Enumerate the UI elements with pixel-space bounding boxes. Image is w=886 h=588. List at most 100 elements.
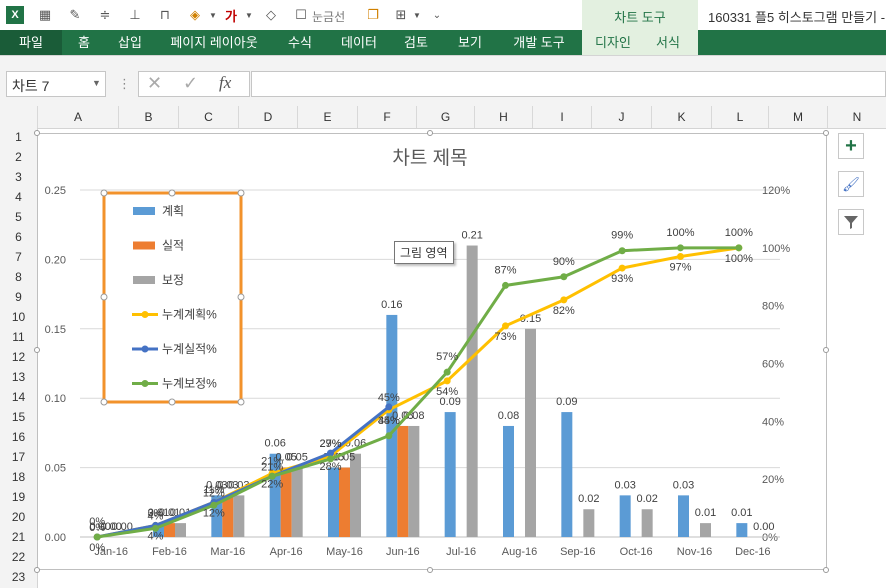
chart-svg[interactable]: 차트 제목 0.00 0.05 0.10 0.15 0.20 0.25 0% 20% 40% 60%… (0, 0, 886, 588)
chart-styles-button[interactable]: 🖌 (838, 171, 864, 197)
chart-selection-handle (427, 567, 433, 573)
bar-보정 (583, 509, 595, 537)
chart-selection-handle (34, 347, 40, 353)
line-marker (560, 296, 568, 304)
bar-보정 (233, 495, 245, 537)
y-tick-label: 0.20 (45, 254, 66, 266)
bar-data-label: 0.06 (264, 438, 285, 450)
legend-marker (141, 345, 149, 353)
bar-보정 (291, 467, 303, 537)
bar-보정 (175, 523, 186, 537)
bar-data-label: 0.02 (636, 493, 657, 505)
x-tick-label: Nov-16 (677, 546, 712, 558)
y2-tick-label: 40% (762, 416, 784, 428)
bar-계획 (444, 412, 456, 537)
line-data-label: 28% (319, 461, 341, 473)
line-data-label: 100% (725, 253, 753, 265)
line-data-label: 35% (378, 415, 400, 427)
legend-entry: 실적 (162, 239, 184, 253)
legend-box (102, 191, 243, 404)
line-marker (385, 432, 393, 440)
line-marker (443, 377, 451, 385)
line-data-label: 87% (494, 264, 516, 276)
tooltip: 그림 영역 (394, 241, 454, 264)
x-tick-label: Apr-16 (270, 546, 303, 558)
line-marker (618, 264, 626, 272)
x-tick-label: Jul-16 (446, 546, 476, 558)
bar-data-label: 0.01 (731, 507, 752, 519)
bar-실적 (397, 425, 409, 537)
y-tick-label: 0.10 (45, 393, 66, 405)
line-data-label: 99% (611, 230, 633, 242)
x-tick-label: May-16 (326, 546, 363, 558)
y2-tick-label: 80% (762, 301, 784, 313)
line-data-label: 90% (553, 256, 575, 268)
line-data-label: 27% (319, 438, 341, 450)
line-data-label: 82% (553, 305, 575, 317)
y2-tick-label: 20% (762, 474, 784, 486)
bar-보정 (466, 245, 478, 537)
chart-selection-handle (823, 130, 829, 136)
x-tick-label: Mar-16 (210, 546, 245, 558)
bar-data-label: 0.16 (381, 299, 402, 311)
bar-보정 (408, 425, 420, 537)
line-data-label: 73% (494, 331, 516, 343)
line-marker (443, 368, 451, 376)
brush-icon: 🖌 (842, 175, 860, 192)
line-data-label: 93% (611, 273, 633, 285)
chart-selection-handle (34, 567, 40, 573)
line-marker (677, 244, 684, 252)
funnel-icon (844, 216, 858, 229)
line-data-label: 3% (148, 507, 164, 519)
bar-보정 (641, 509, 653, 537)
selection-handle (237, 293, 245, 301)
legend-entry: 보정 (162, 273, 184, 287)
legend-entry: 누계계획% (162, 308, 217, 322)
chart-filters-button[interactable] (838, 209, 864, 235)
bar-data-label: 0.02 (578, 493, 599, 505)
line-marker (93, 533, 101, 541)
selection-handle (100, 293, 108, 301)
y-tick-label: 0.25 (45, 185, 66, 197)
y-tick-label: 0.00 (45, 532, 66, 544)
bar-계획 (736, 523, 748, 537)
line-marker (618, 247, 626, 255)
plus-icon: + (845, 134, 857, 157)
legend-swatch (133, 241, 155, 250)
line-marker (677, 253, 684, 261)
x-tick-label: Aug-16 (502, 546, 537, 558)
legend-marker (141, 311, 149, 318)
bar-data-label: 0.09 (556, 396, 577, 408)
bar-보정 (525, 328, 536, 537)
line-marker (502, 322, 509, 330)
chart-selection-handle (427, 130, 433, 136)
bar-data-label: 0.21 (461, 230, 482, 242)
line-marker (502, 281, 509, 289)
x-tick-label: Jun-16 (386, 546, 420, 558)
bar-계획 (561, 412, 573, 537)
bar-data-label: 0.00 (753, 521, 774, 533)
line-data-label: 0% (89, 542, 105, 554)
selection-handle (237, 189, 245, 197)
bar-계획 (619, 495, 631, 537)
y-tick-label: 0.05 (45, 463, 66, 475)
chart-selection-handle (823, 567, 829, 573)
line-data-label: 100% (666, 227, 694, 239)
chart-title: 차트 제목 (392, 147, 467, 169)
selection-handle (237, 398, 245, 406)
selection-handle (100, 398, 108, 406)
line-data-label: 22% (261, 478, 283, 490)
legend-marker (141, 380, 149, 387)
x-tick-label: Oct-16 (620, 546, 653, 558)
bar-보정 (350, 453, 361, 537)
selection-handle (168, 189, 176, 197)
line-marker (385, 403, 393, 411)
y2-tick-label: 60% (762, 359, 784, 371)
line-data-label: 57% (436, 351, 458, 363)
chart-elements-button[interactable]: + (838, 133, 864, 159)
bar-계획 (503, 425, 514, 537)
bar-실적 (339, 467, 350, 537)
x-tick-label: Dec-16 (735, 546, 770, 558)
bar-보정 (700, 523, 711, 537)
x-tick-label: Sep-16 (560, 546, 595, 558)
